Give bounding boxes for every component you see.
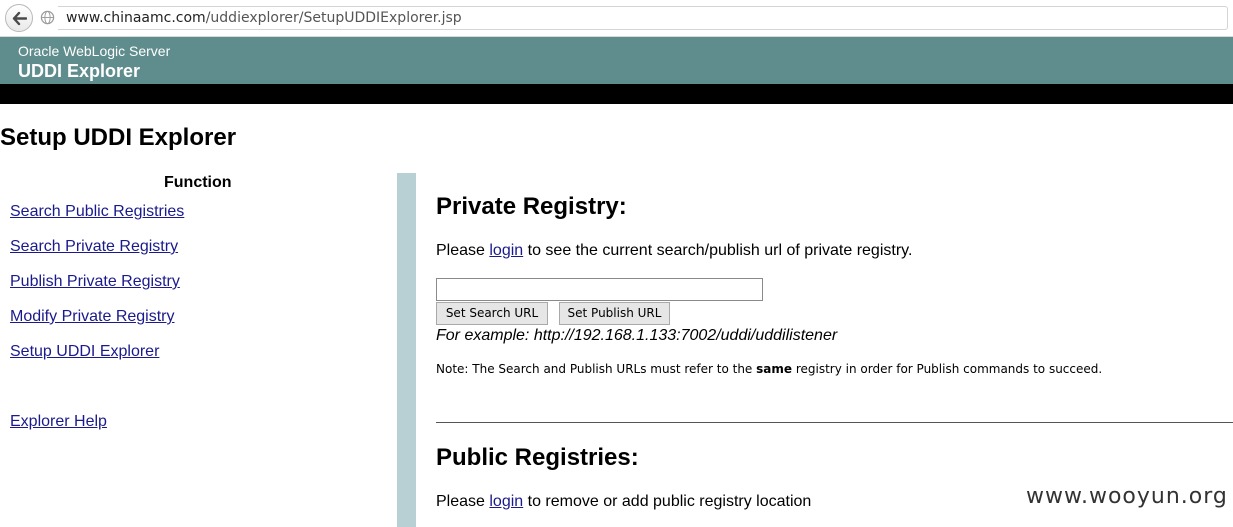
text-after: to see the current search/publish url of… — [523, 242, 913, 259]
note-before: Note: The Search and Publish URLs must r… — [436, 362, 757, 376]
text-after: to remove or add public registry locatio… — [523, 493, 812, 510]
public-registries-login-text: Please login to remove or add public reg… — [436, 493, 811, 511]
private-registry-login-text: Please login to see the current search/p… — [436, 242, 912, 260]
globe-icon — [40, 10, 55, 25]
page: www.chinaamc.com/uddiexplorer/SetupUDDIE… — [0, 0, 1233, 527]
nav-link-search-public-registries[interactable]: Search Public Registries — [10, 203, 184, 221]
header-black-bar — [0, 84, 1233, 104]
text-before: Please — [436, 493, 490, 510]
product-name: Oracle WebLogic Server — [18, 43, 171, 59]
app-title: UDDI Explorer — [18, 61, 141, 81]
set-search-url-button[interactable]: Set Search URL — [436, 302, 548, 325]
note-bold: same — [756, 362, 793, 376]
text-before: Please — [436, 242, 490, 259]
url-host: www.chinaamc.com — [66, 10, 206, 26]
private-login-link[interactable]: login — [489, 242, 523, 259]
nav-link-publish-private-registry[interactable]: Publish Private Registry — [10, 273, 180, 291]
url-path: /uddiexplorer/SetupUDDIExplorer.jsp — [205, 10, 462, 26]
column-divider — [397, 173, 416, 527]
watermark: www.wooyun.org — [1026, 484, 1228, 509]
registry-url-input[interactable] — [436, 278, 763, 301]
page-title: Setup UDDI Explorer — [0, 124, 237, 151]
set-publish-url-button[interactable]: Set Publish URL — [559, 302, 670, 325]
section-divider — [436, 422, 1233, 423]
public-login-link[interactable]: login — [489, 493, 523, 510]
app-header: Oracle WebLogic Server UDDI Explorer — [0, 37, 1233, 84]
back-button[interactable] — [5, 4, 33, 32]
example-url-text: For example: http://192.168.1.133:7002/u… — [436, 327, 838, 344]
note-after: registry in order for Publish commands t… — [792, 362, 1103, 376]
registry-note: Note: The Search and Publish URLs must r… — [436, 362, 1102, 376]
nav-link-modify-private-registry[interactable]: Modify Private Registry — [10, 308, 175, 326]
url-field[interactable]: www.chinaamc.com/uddiexplorer/SetupUDDIE… — [58, 6, 1228, 30]
public-registries-heading: Public Registries: — [436, 444, 639, 471]
back-arrow-icon — [12, 11, 27, 26]
nav-link-search-private-registry[interactable]: Search Private Registry — [10, 238, 178, 256]
nav-heading: Function — [164, 174, 232, 191]
private-registry-heading: Private Registry: — [436, 193, 627, 220]
nav-link-setup-uddi-explorer[interactable]: Setup UDDI Explorer — [10, 343, 159, 361]
browser-address-bar: www.chinaamc.com/uddiexplorer/SetupUDDIE… — [0, 0, 1233, 37]
nav-link-explorer-help[interactable]: Explorer Help — [10, 413, 107, 431]
